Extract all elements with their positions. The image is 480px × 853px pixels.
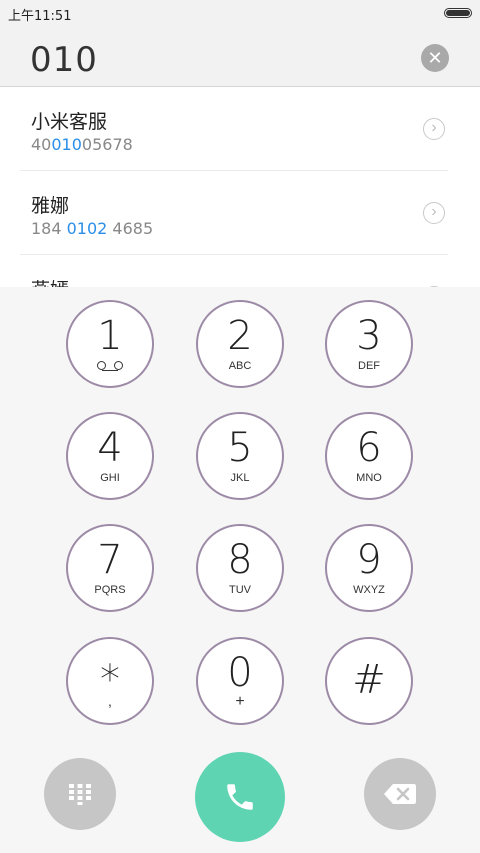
dialed-number: 010 (30, 40, 98, 80)
key-9[interactable]: 9 WXYZ (325, 524, 413, 612)
contact-number: 4001005678 (31, 135, 133, 154)
contact-name: 燕嫣 (31, 275, 69, 287)
contact-number: 184 0102 4685 (31, 219, 154, 238)
key-star[interactable]: * , (66, 637, 154, 725)
dialed-number-bar: 010 ✕ (0, 26, 480, 87)
dialpad-toggle-button[interactable] (44, 758, 116, 830)
key-4[interactable]: 4 GHI (66, 412, 154, 500)
result-item[interactable]: 燕嫣 › (20, 255, 448, 287)
result-item[interactable]: 小米客服 4001005678 › (20, 87, 448, 171)
backspace-button[interactable] (364, 758, 436, 830)
search-results: 小米客服 4001005678 › 雅娜 184 0102 4685 › 燕嫣 … (0, 87, 480, 287)
contact-name: 小米客服 (31, 111, 108, 133)
status-time: 上午11:51 (8, 9, 72, 24)
key-1[interactable]: 1 (66, 300, 154, 388)
key-6[interactable]: 6 MNO (325, 412, 413, 500)
voicemail-icon (68, 358, 152, 374)
key-2[interactable]: 2 ABC (196, 300, 284, 388)
clear-icon[interactable]: ✕ (421, 44, 449, 72)
key-7[interactable]: 7 PQRS (66, 524, 154, 612)
key-hash[interactable]: # (325, 637, 413, 725)
key-8[interactable]: 8 TUV (196, 524, 284, 612)
battery-icon (444, 8, 472, 18)
key-3[interactable]: 3 DEF (325, 300, 413, 388)
key-0[interactable]: 0 + (196, 637, 284, 725)
chevron-right-icon[interactable]: › (423, 118, 445, 140)
dialpad-icon (69, 784, 91, 805)
phone-icon (227, 784, 253, 810)
backspace-icon (384, 784, 416, 804)
status-bar: 上午11:51 (0, 0, 480, 26)
contact-name: 雅娜 (31, 195, 70, 217)
call-button[interactable] (195, 752, 285, 842)
result-item[interactable]: 雅娜 184 0102 4685 › (20, 171, 448, 255)
key-5[interactable]: 5 JKL (196, 412, 284, 500)
chevron-right-icon[interactable]: › (423, 202, 445, 224)
